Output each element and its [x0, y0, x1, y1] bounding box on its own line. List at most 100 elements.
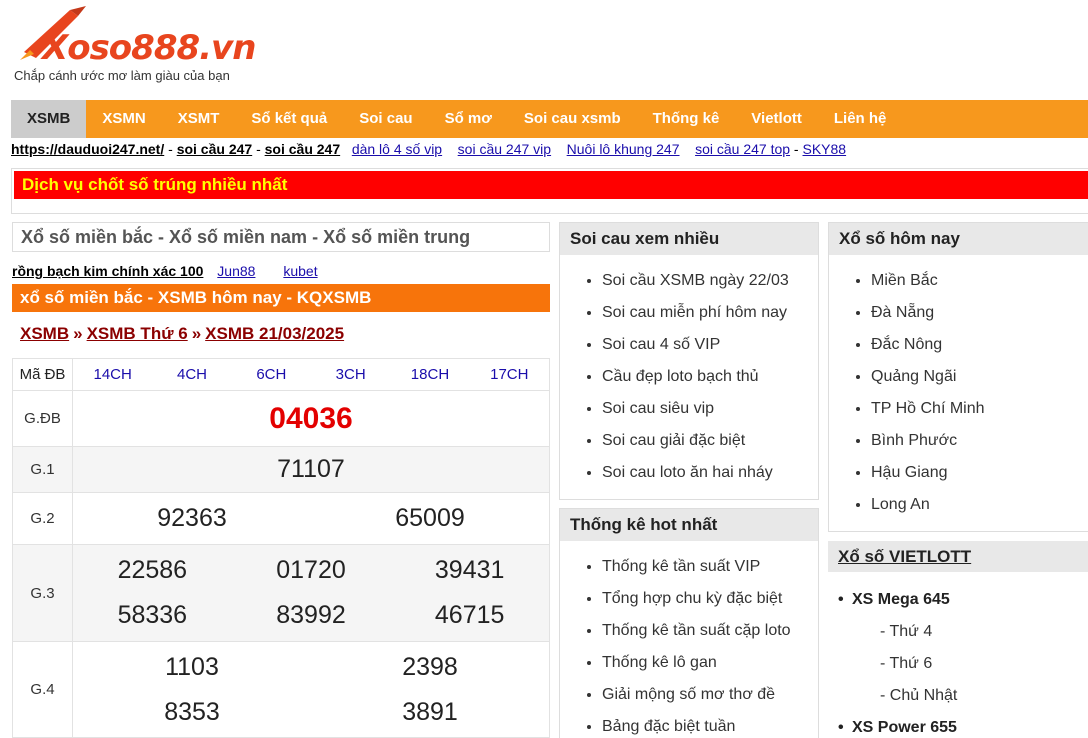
thong-ke-link[interactable]: Tổng hợp chu kỳ đặc biệt [602, 583, 818, 615]
code-item: 17CH [490, 366, 529, 383]
prize-value: 39431 [434, 556, 505, 584]
prize-value: 3891 [402, 697, 458, 726]
nav-xsmn[interactable]: XSMN [86, 100, 161, 138]
prize-value: 83992 [276, 601, 346, 629]
nav-soi-cau[interactable]: Soi cau [343, 100, 428, 138]
prize-cell: 22586 01720 39431 58336 83992 46715 [72, 544, 550, 642]
code-item: 4CH [176, 366, 207, 383]
vietlott-day-link[interactable]: - Thứ 4 [828, 616, 1088, 648]
prize-value: 22586 [117, 556, 188, 584]
code-item: 14CH [93, 366, 132, 383]
nav-xsmt[interactable]: XSMT [162, 100, 236, 138]
link-dan-lo-4-so-vip[interactable]: dàn lô 4 số vip [352, 141, 442, 157]
thong-ke-link[interactable]: Bảng đặc biệt tuần [602, 711, 818, 738]
thong-ke-box-title: Thống kê hot nhất [560, 509, 818, 541]
province-link[interactable]: TP Hồ Chí Minh [871, 393, 1088, 425]
link-soi-cau-247-a[interactable]: soi cầu 247 [177, 141, 253, 157]
soi-cau-link[interactable]: Soi cầu XSMB ngày 22/03 [602, 265, 818, 297]
province-link[interactable]: Bình Phước [871, 425, 1088, 457]
breadcrumb-xsmb-thu6[interactable]: XSMB Thứ 6 [87, 324, 188, 343]
thong-ke-link[interactable]: Thống kê tần suất cặp loto [602, 615, 818, 647]
vietlott-day-link[interactable]: - Thứ 6 [828, 648, 1088, 680]
code-item: 18CH [410, 366, 450, 383]
nav-soi-cau-xsmb[interactable]: Soi cau xsmb [508, 100, 637, 138]
nav-thong-ke[interactable]: Thống kê [637, 100, 736, 138]
soi-cau-link[interactable]: Soi cau giải đặc biệt [602, 425, 818, 457]
link-soi-cau-247-top[interactable]: soi cầu 247 top [695, 141, 790, 157]
nav-so-mo[interactable]: Sổ mơ [429, 100, 508, 138]
vietlott-game-power655[interactable]: XS Power 655 [828, 712, 1088, 738]
soi-cau-box-title: Soi cau xem nhiều [560, 223, 818, 255]
results-table: Mã ĐB 14CH 4CH 6CH 3CH 18CH 17CH G.ĐB 04… [12, 358, 550, 738]
region-title[interactable]: Xổ số miền bắc - Xổ số miền nam - Xổ số … [12, 222, 550, 252]
province-link[interactable]: Miền Bắc [871, 265, 1088, 297]
province-link[interactable]: Đắc Nông [871, 329, 1088, 361]
partner-links: https://dauduoi247.net/ - soi cầu 247 - … [11, 141, 846, 157]
prize-db-row: G.ĐB 04036 [12, 390, 550, 447]
soi-cau-link[interactable]: Soi cau loto ăn hai nháy [602, 457, 818, 489]
soi-cau-link[interactable]: Soi cau siêu vip [602, 393, 818, 425]
link-separator: - [790, 141, 803, 157]
link-dauduoi247[interactable]: https://dauduoi247.net/ [11, 141, 164, 157]
breadcrumb: XSMB» XSMB Thứ 6» XSMB 21/03/2025 [20, 324, 344, 344]
promo-banner[interactable]: Dịch vụ chốt số trúng nhiều nhất [14, 171, 1088, 199]
prize-label: G.3 [12, 544, 73, 642]
vietlott-list: XS Mega 645 - Thứ 4 - Thứ 6 - Chủ Nhật X… [828, 584, 1088, 738]
soi-cau-link[interactable]: Soi cau miễn phí hôm nay [602, 297, 818, 329]
xo-so-hom-nay-title: Xổ số hôm nay [829, 223, 1088, 255]
prize-value: 1103 [165, 652, 219, 681]
thong-ke-link[interactable]: Thống kê tần suất VIP [602, 551, 818, 583]
tagline: Chắp cánh ước mơ làm giàu của bạn [14, 68, 230, 83]
prize-label: G.2 [12, 492, 73, 545]
main-nav: XSMB XSMN XSMT Sổ kết quả Soi cau Sổ mơ … [11, 100, 1088, 138]
code-item: 3CH [335, 366, 366, 383]
breadcrumb-arrow: » [73, 324, 83, 343]
special-prize-value: 04036 [72, 390, 550, 447]
link-jun88[interactable]: Jun88 [217, 263, 255, 279]
breadcrumb-xsmb[interactable]: XSMB [20, 324, 69, 343]
prize-value: 46715 [434, 601, 505, 629]
prize-g4-row: G.4 1103 2398 8353 3891 [12, 641, 550, 738]
link-soi-cau-247-vip[interactable]: soi cầu 247 vip [458, 141, 551, 157]
nav-xsmb[interactable]: XSMB [11, 100, 87, 138]
vietlott-game-mega645[interactable]: XS Mega 645 [828, 584, 1088, 616]
breadcrumb-xsmb-date[interactable]: XSMB 21/03/2025 [205, 324, 344, 343]
thong-ke-link[interactable]: Giải mộng số mơ thơ đề [602, 679, 818, 711]
thong-ke-box: Thống kê hot nhất Thống kê tần suất VIP … [559, 508, 819, 738]
vietlott-title[interactable]: Xổ số VIETLOTT [828, 541, 1088, 572]
breadcrumb-arrow: » [191, 324, 202, 343]
thong-ke-link[interactable]: Thống kê lô gan [602, 647, 818, 679]
prize-value: 71107 [72, 446, 550, 493]
prize-cell: 1103 2398 8353 3891 [72, 641, 550, 738]
link-nuoi-lo-khung-247[interactable]: Nuôi lô khung 247 [567, 141, 680, 157]
promo-banner-container: Dịch vụ chốt số trúng nhiều nhất [11, 168, 1088, 214]
sub-links: rồng bạch kim chính xác 100 Jun88 kubet [12, 263, 342, 279]
prize-value: 2398 [402, 652, 458, 681]
link-soi-cau-247-b[interactable]: soi cầu 247 [265, 141, 341, 157]
link-sky88[interactable]: SKY88 [803, 141, 847, 157]
nav-vietlott[interactable]: Vietlott [735, 100, 818, 138]
prize-label: G.ĐB [12, 390, 73, 447]
province-link[interactable]: Long An [871, 489, 1088, 521]
soi-cau-box: Soi cau xem nhiều Soi cầu XSMB ngày 22/0… [559, 222, 819, 500]
soi-cau-link[interactable]: Cầu đẹp loto bạch thủ [602, 361, 818, 393]
province-link[interactable]: Đà Nẵng [871, 297, 1088, 329]
site-logo[interactable]: Xoso888.vn [12, 4, 256, 70]
link-rong-bach-kim[interactable]: rồng bạch kim chính xác 100 [12, 263, 203, 279]
prize-g2-row: G.2 92363 65009 [12, 492, 550, 545]
nav-so-ket-qua[interactable]: Sổ kết quả [235, 100, 343, 138]
code-item: 6CH [256, 366, 287, 383]
prize-label: G.1 [12, 446, 73, 493]
soi-cau-link[interactable]: Soi cau 4 số VIP [602, 329, 818, 361]
province-link[interactable]: Hậu Giang [871, 457, 1088, 489]
prize-cell: 92363 65009 [72, 492, 550, 545]
link-kubet[interactable]: kubet [283, 263, 317, 279]
code-cell: 14CH 4CH 6CH 3CH 18CH 17CH [72, 358, 550, 391]
nav-lien-he[interactable]: Liên hệ [818, 100, 903, 138]
prize-value: 65009 [395, 504, 465, 532]
codes-row: Mã ĐB 14CH 4CH 6CH 3CH 18CH 17CH [12, 358, 550, 391]
vietlott-day-link[interactable]: - Chủ Nhật [828, 680, 1088, 712]
province-link[interactable]: Quảng Ngãi [871, 361, 1088, 393]
logo-text: Xoso888.vn [42, 28, 256, 68]
link-separator: - [252, 141, 265, 157]
